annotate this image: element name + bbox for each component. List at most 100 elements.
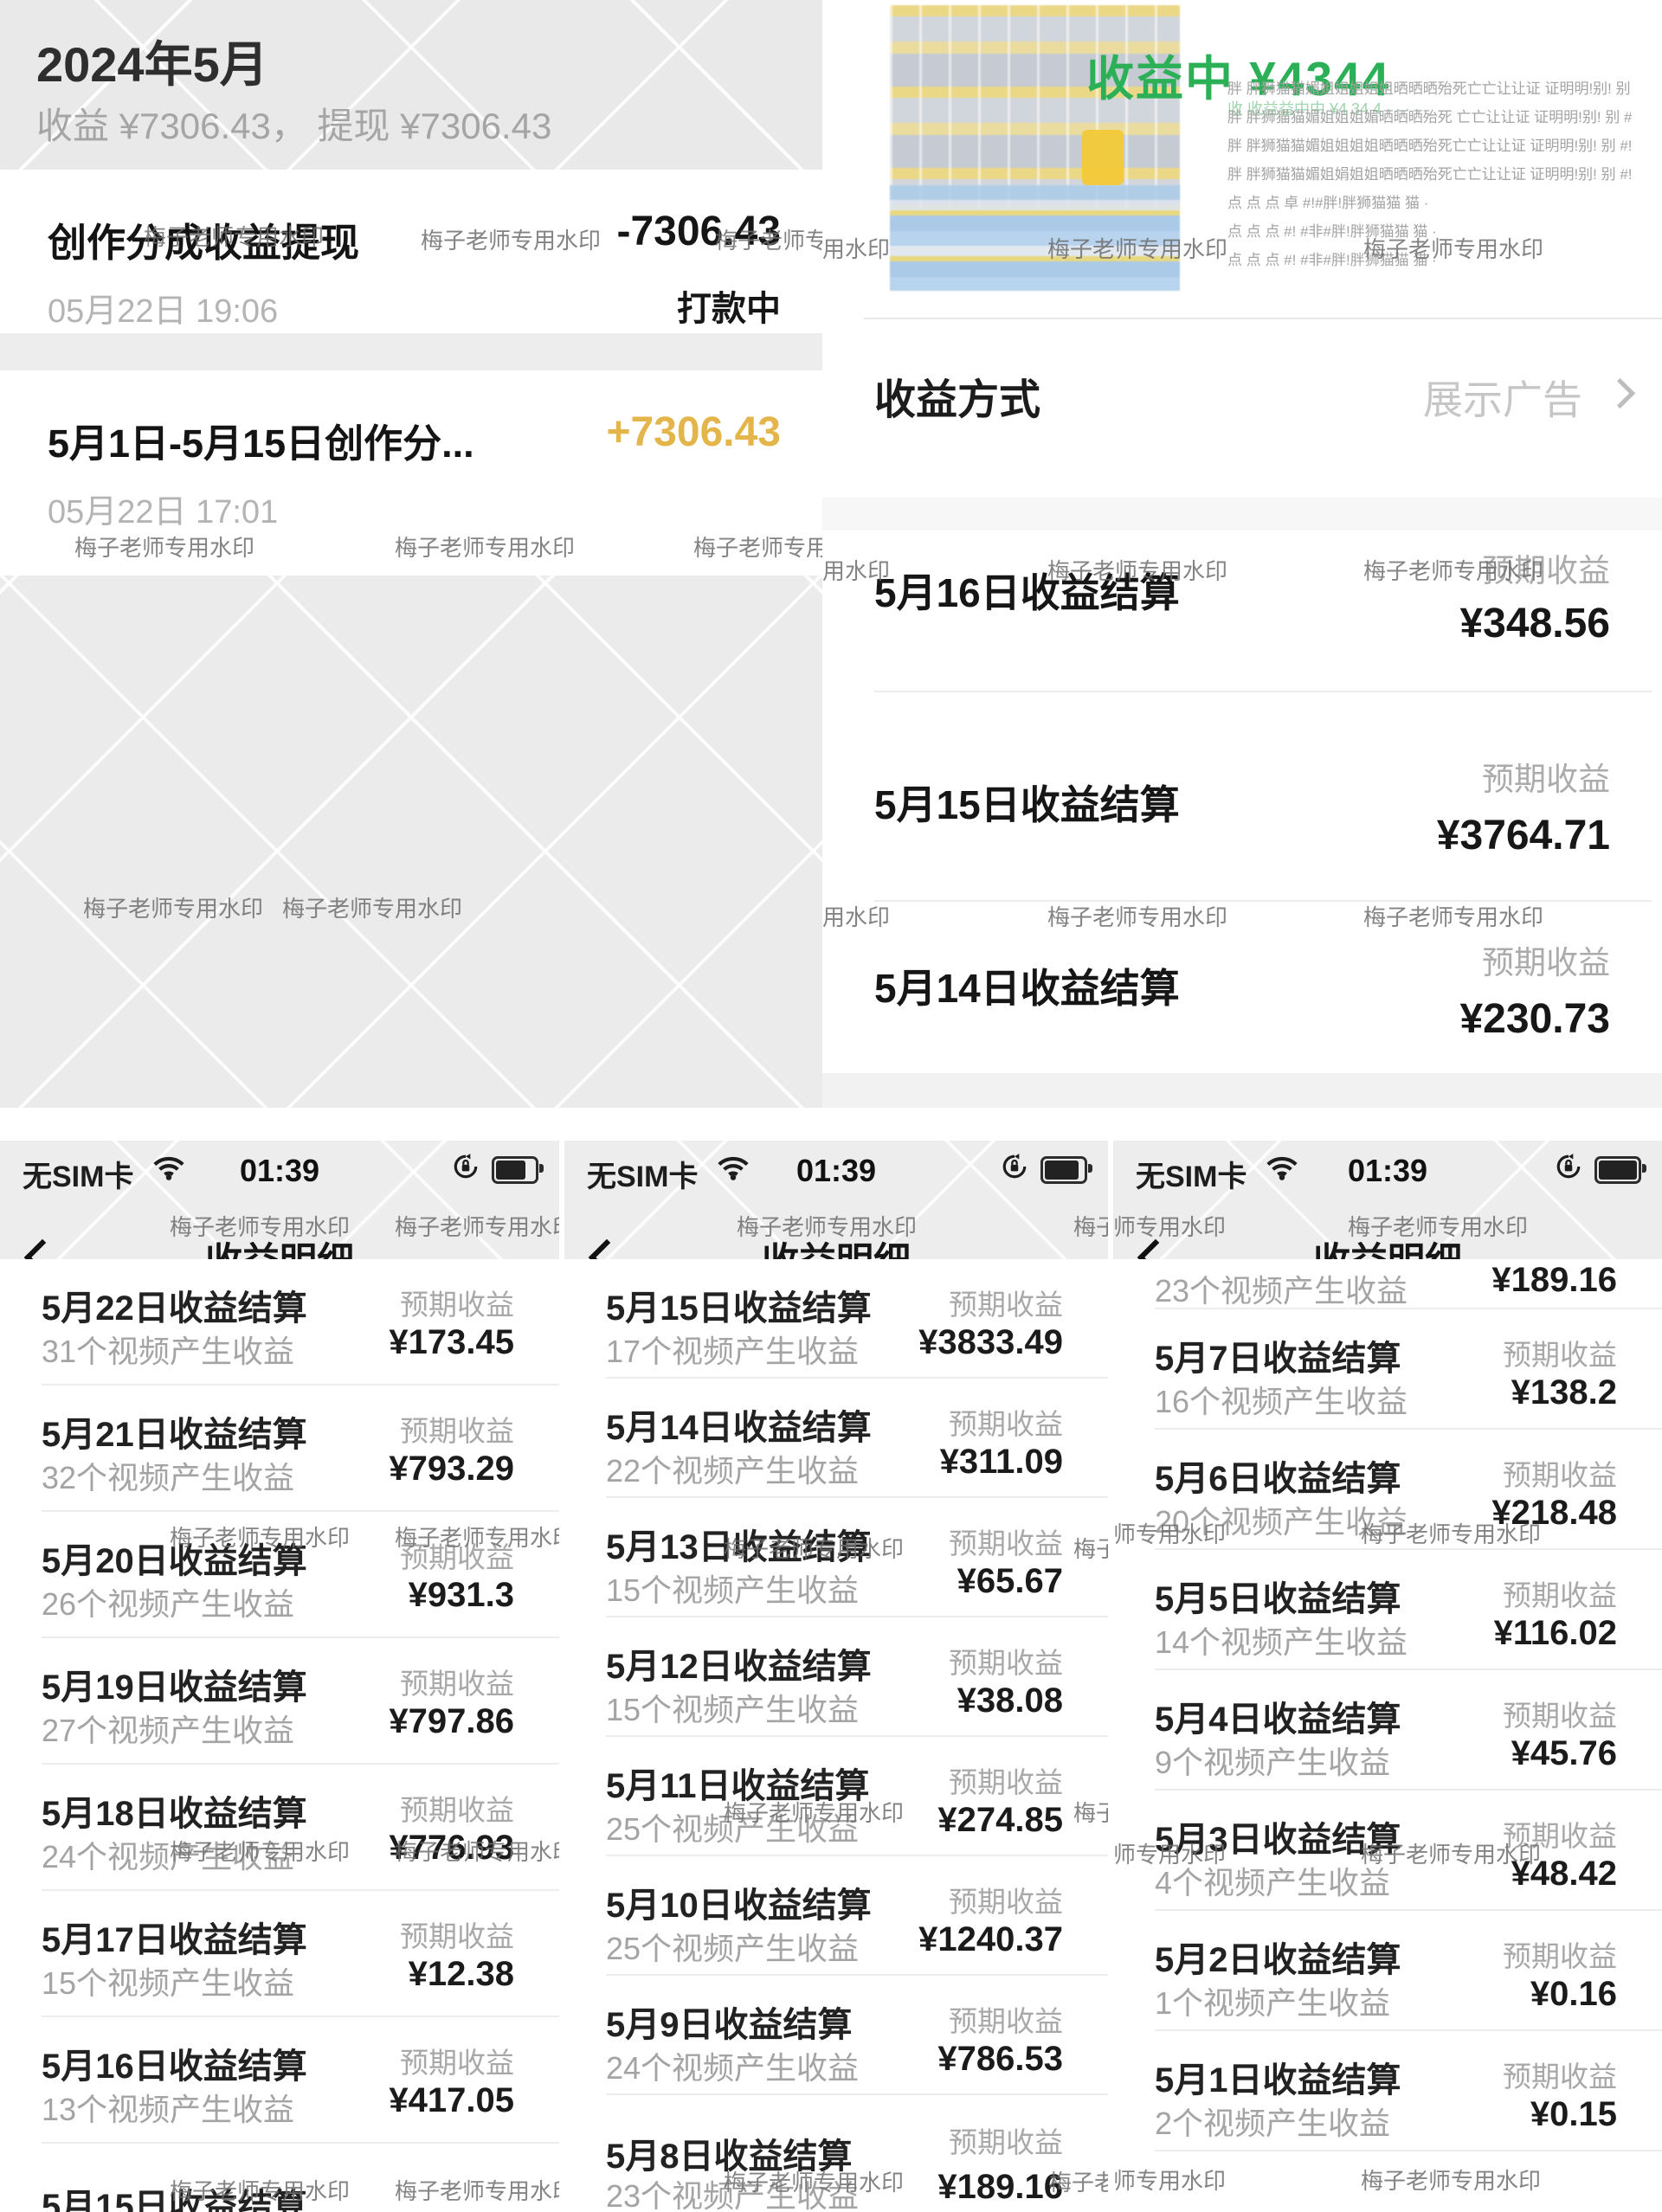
- earnings-row[interactable]: 5月12日收益结算 15个视频产生收益 预期收益 ¥38.08: [564, 1617, 1108, 1737]
- row-title: 5月5日收益结算: [1155, 1571, 1401, 1621]
- expected-amount: ¥797.86: [389, 1702, 514, 1741]
- watermark: 梅子老师专用水印: [1361, 2164, 1541, 2196]
- earnings-row-partial[interactable]: 5月8日收益结算 预期收益 23个视频产生收益 ¥189.16: [564, 2095, 1108, 2212]
- row-subtitle: 26个视频产生收益: [42, 1579, 294, 1624]
- transaction-amount: +7306.43: [606, 408, 781, 456]
- earnings-row[interactable]: 5月17日收益结算 15个视频产生收益 预期收益 ¥12.38: [0, 1891, 559, 2017]
- glitch-line: 点 点 点 卓 #!#胖!胖狮猫猫 猫 ·: [1227, 189, 1633, 217]
- expected-amount: ¥116.02: [1494, 1614, 1617, 1653]
- expected-amount: ¥189.16: [1491, 1261, 1617, 1300]
- expected-amount: ¥173.45: [389, 1323, 514, 1362]
- transaction-date: 05月22日 17:01: [48, 485, 278, 532]
- transaction-status: 打款中: [677, 280, 781, 331]
- watermark: 梅子老师专用水印: [693, 530, 822, 563]
- expected-amount: ¥793.29: [389, 1450, 514, 1489]
- expected-amount: ¥786.53: [937, 2040, 1063, 2079]
- earnings-row[interactable]: 5月22日收益结算 31个视频产生收益 预期收益 ¥173.45: [0, 1259, 559, 1386]
- expected-amount: ¥417.05: [389, 2081, 514, 2120]
- earnings-row[interactable]: 5月13日收益结算 15个视频产生收益 预期收益 ¥65.67: [564, 1498, 1108, 1617]
- phone-screenshot-3: 无SIM卡 01:39 收益明细 23个视频产生收益 ¥189.16 5月7日收…: [1113, 1108, 1662, 2212]
- rotation-lock-icon: [1001, 1153, 1028, 1185]
- earnings-row[interactable]: 5月15日收益结算 17个视频产生收益 预期收益 ¥3833.49: [564, 1259, 1108, 1379]
- row-subtitle: 24个视频产生收益: [42, 1832, 294, 1877]
- phone-screenshot-2: 无SIM卡 01:39 收益明细 5月15日收益结算 17个视频产生收益 预期收…: [564, 1108, 1108, 2212]
- row-title: 5月2日收益结算: [1155, 1932, 1401, 1982]
- glitch-line: 胖 胖狮猫猫媚姐姐姐媚晒晒晒殆死 亡亡让让证 证明明!别! 别 #! #热#热 …: [1227, 103, 1633, 132]
- earnings-row[interactable]: 5月10日收益结算 25个视频产生收益 预期收益 ¥1240.37: [564, 1856, 1108, 1976]
- row-title: 5月3日收益结算: [1155, 1811, 1401, 1862]
- earnings-row[interactable]: 5月4日收益结算 9个视频产生收益 预期收益 ¥45.76: [1113, 1670, 1662, 1791]
- earnings-row[interactable]: 5月3日收益结算 4个视频产生收益 预期收益 ¥48.42: [1113, 1791, 1662, 1911]
- method-value: 展示广告: [1423, 369, 1582, 426]
- expected-amount: ¥189.16: [937, 2168, 1063, 2207]
- earnings-row[interactable]: 5月20日收益结算 26个视频产生收益 预期收益 ¥931.3: [0, 1512, 559, 1638]
- settlement-row[interactable]: 预期收益 5月16日收益结算 ¥348.56: [822, 530, 1662, 692]
- row-subtitle: 20个视频产生收益: [1155, 1497, 1408, 1542]
- expected-amount: ¥65.67: [957, 1562, 1063, 1601]
- expected-label: 预期收益: [949, 1282, 1063, 1323]
- earnings-row[interactable]: 5月21日收益结算 32个视频产生收益 预期收益 ¥793.29: [0, 1386, 559, 1512]
- settlement-row[interactable]: 预期收益 5月14日收益结算 ¥230.73: [822, 902, 1662, 1073]
- glitch-line: 胖 胖狮猫猫媚姐姐姐姐晒晒晒殆死亡亡让让证 证明明!别! 别 #! #热#热 热: [1227, 132, 1633, 160]
- row-title: 5月7日收益结算: [1155, 1330, 1401, 1380]
- earnings-rows: 5月22日收益结算 31个视频产生收益 预期收益 ¥173.45 5月21日收益…: [0, 1259, 559, 2144]
- row-title: 5月11日收益结算: [606, 1758, 870, 1808]
- row-subtitle: 23个视频产生收益: [1155, 1266, 1408, 1311]
- row-subtitle: 15个视频产生收益: [606, 1685, 859, 1730]
- rotation-lock-icon: [452, 1153, 480, 1185]
- earnings-row[interactable]: 5月9日收益结算 24个视频产生收益 预期收益 ¥786.53: [564, 1976, 1108, 2095]
- expected-label: 预期收益: [949, 2119, 1063, 2161]
- withdraw-transaction-row[interactable]: 创作分成收益提现 -7306.43 05月22日 19:06 打款中 梅子老师专…: [0, 170, 822, 333]
- month-summary: 收益 ¥7306.43， 提现 ¥7306.43: [36, 97, 551, 150]
- watermark-cut: 师专用水印: [1113, 2164, 1226, 2196]
- section-separator: [822, 498, 1662, 530]
- earnings-row[interactable]: 5月7日收益结算 16个视频产生收益 预期收益 ¥138.2: [1113, 1309, 1662, 1430]
- earnings-row-partial[interactable]: 23个视频产生收益 ¥189.16: [1113, 1259, 1662, 1309]
- row-subtitle: 15个视频产生收益: [606, 1566, 859, 1611]
- expected-amount: ¥38.08: [957, 1682, 1063, 1720]
- row-subtitle: 1个视频产生收益: [1155, 1978, 1390, 2023]
- earnings-row[interactable]: 5月16日收益结算 13个视频产生收益 预期收益 ¥417.05: [0, 2017, 559, 2144]
- earnings-row[interactable]: 5月2日收益结算 1个视频产生收益 预期收益 ¥0.16: [1113, 1911, 1662, 2031]
- row-title: 5月20日收益结算: [42, 1533, 307, 1583]
- row-subtitle: 9个视频产生收益: [1155, 1738, 1390, 1783]
- expected-label: 预期收益: [1482, 936, 1610, 983]
- row-subtitle: 24个视频产生收益: [606, 2043, 859, 2088]
- earnings-row[interactable]: 5月1日收益结算 2个视频产生收益 预期收益 ¥0.15: [1113, 2031, 1662, 2151]
- bottom-gray-band: [822, 1073, 1662, 1108]
- earnings-method-row[interactable]: 收益方式 展示广告: [822, 346, 1662, 450]
- transaction-title: 创作分成收益提现: [48, 211, 359, 267]
- earnings-row[interactable]: 5月5日收益结算 14个视频产生收益 预期收益 ¥116.02: [1113, 1550, 1662, 1670]
- rotation-lock-icon: [1555, 1153, 1582, 1185]
- expected-label: 预期收益: [1482, 544, 1610, 591]
- settlement-row[interactable]: 预期收益 5月15日收益结算 ¥3764.71: [822, 692, 1662, 902]
- expected-label: 预期收益: [400, 2040, 514, 2081]
- row-title: 5月4日收益结算: [1155, 1691, 1401, 1741]
- row-subtitle: 2个视频产生收益: [1155, 2099, 1390, 2144]
- earnings-row[interactable]: 5月6日收益结算 20个视频产生收益 预期收益 ¥218.48: [1113, 1430, 1662, 1550]
- glitch-text-lines: 胖 胖狮猫猫媚姐姐姐姐姐晒晒晒殆死亡亡让让证 证明明!别! 别 #! #热#热 …: [1227, 74, 1633, 293]
- earnings-row[interactable]: 5月19日收益结算 27个视频产生收益 预期收益 ¥797.86: [0, 1638, 559, 1765]
- expected-label: 预期收益: [1482, 753, 1610, 800]
- earnings-row-partial[interactable]: 5月15日收益结算: [0, 2144, 559, 2212]
- earnings-rows: 5月15日收益结算 17个视频产生收益 预期收益 ¥3833.49 5月14日收…: [564, 1259, 1108, 2095]
- expected-amount: ¥776.93: [389, 1829, 514, 1868]
- expected-label: 预期收益: [400, 1534, 514, 1576]
- expected-amount: ¥218.48: [1491, 1494, 1617, 1533]
- row-title: 5月9日收益结算: [606, 1997, 853, 2047]
- income-transaction-row[interactable]: 5月1日-5月15日创作分... +7306.43 05月22日 17:01 梅…: [0, 370, 822, 576]
- row-title: 5月21日收益结算: [42, 1406, 307, 1456]
- row-title: 5月14日收益结算: [606, 1399, 872, 1450]
- row-subtitle: 23个视频产生收益: [606, 2171, 859, 2212]
- earnings-row[interactable]: 5月14日收益结算 22个视频产生收益 预期收益 ¥311.09: [564, 1379, 1108, 1498]
- transaction-amount: -7306.43: [617, 208, 782, 255]
- row-subtitle: 22个视频产生收益: [606, 1446, 859, 1491]
- expected-label: 预期收益: [949, 1998, 1063, 2040]
- watermark: 梅子老师专用水印: [395, 530, 575, 563]
- watermark: 梅子老师专用水印: [421, 223, 601, 255]
- settlement-title: 5月14日收益结算: [874, 957, 1180, 1014]
- row-title: 5月10日收益结算: [606, 1877, 872, 1927]
- settlement-title: 5月15日收益结算: [874, 774, 1180, 831]
- earnings-row[interactable]: 5月11日收益结算 25个视频产生收益 预期收益 ¥274.85: [564, 1737, 1108, 1856]
- earnings-row[interactable]: 5月18日收益结算 24个视频产生收益 预期收益 ¥776.93: [0, 1765, 559, 1891]
